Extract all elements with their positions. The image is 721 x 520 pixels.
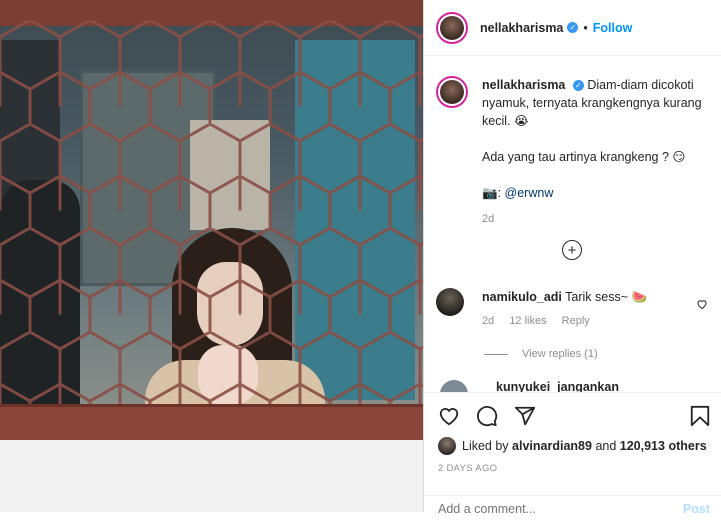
add-comment-bar: Post bbox=[424, 495, 721, 520]
author-avatar[interactable] bbox=[436, 11, 468, 44]
verified-badge-icon: ✓ bbox=[572, 80, 584, 91]
post-caption: nellakharisma ✓ Diam-diam dicokoti nyamu… bbox=[436, 76, 716, 228]
comment-item: kunyukei_jangankan bbox=[436, 380, 716, 392]
comment-input[interactable] bbox=[438, 502, 658, 516]
action-icons bbox=[438, 405, 536, 427]
photo-wall-ledge bbox=[0, 440, 423, 512]
verified-badge-icon: ✓ bbox=[567, 22, 579, 33]
bookmark-icon[interactable] bbox=[690, 405, 710, 427]
caption-username[interactable]: nellakharisma bbox=[482, 78, 565, 92]
camera-icon: 📷 bbox=[482, 186, 498, 200]
post-actions: Liked by alvinardian89 and 120,913 other… bbox=[424, 392, 721, 516]
caption-text-line2: Ada yang tau artinya krangkeng ? 😏 bbox=[482, 150, 686, 164]
post-photo[interactable] bbox=[0, 0, 423, 512]
separator-dot: • bbox=[583, 20, 588, 35]
instagram-post-view: nellakharisma ✓ • Follow nellakharisma ✓… bbox=[0, 0, 721, 516]
view-replies-button[interactable]: View replies (1) bbox=[484, 348, 598, 360]
commenter-username[interactable]: kunyukei_jangankan bbox=[496, 380, 619, 392]
post-timestamp[interactable]: 2 DAYS AGO bbox=[438, 463, 497, 474]
liker-avatar[interactable] bbox=[438, 437, 456, 455]
caption-avatar[interactable] bbox=[436, 76, 468, 108]
paper-plane-icon[interactable] bbox=[514, 405, 536, 427]
caption-body: nellakharisma ✓ Diam-diam dicokoti nyamu… bbox=[482, 76, 702, 228]
author-username[interactable]: nellakharisma bbox=[480, 21, 563, 35]
likes-count-link[interactable]: 120,913 others bbox=[620, 439, 707, 453]
post-side-panel: nellakharisma ✓ • Follow nellakharisma ✓… bbox=[423, 0, 721, 516]
likes-summary: Liked by alvinardian89 and 120,913 other… bbox=[438, 437, 707, 455]
view-replies-label: View replies (1) bbox=[522, 348, 598, 360]
commenter-username[interactable]: namikulo_adi bbox=[482, 290, 562, 304]
comment-body: namikulo_adi Tarik sess~ 🍉 2d 12 likes R… bbox=[482, 288, 682, 330]
comment-meta: 2d 12 likes Reply bbox=[482, 312, 682, 330]
plus-circle-icon[interactable]: + bbox=[562, 240, 582, 260]
post-comment-button[interactable]: Post bbox=[683, 502, 710, 516]
photo-window-sill bbox=[0, 404, 423, 443]
liked-by-prefix: Liked by bbox=[462, 439, 509, 453]
comment-heart-icon[interactable] bbox=[696, 298, 708, 310]
comment-time[interactable]: 2d bbox=[482, 315, 494, 327]
photo-wire-mesh bbox=[0, 20, 423, 410]
comment-text: Tarik sess~ 🍉 bbox=[565, 290, 648, 304]
reply-button[interactable]: Reply bbox=[562, 315, 590, 327]
commenter-avatar[interactable] bbox=[436, 288, 464, 316]
photographer-mention-link[interactable]: @erwnw bbox=[505, 186, 554, 200]
heart-icon[interactable] bbox=[438, 405, 460, 427]
follow-button[interactable]: Follow bbox=[593, 21, 633, 35]
liked-by-and: and bbox=[595, 439, 617, 453]
liker-username[interactable]: alvinardian89 bbox=[512, 439, 592, 453]
comment-item: namikulo_adi Tarik sess~ 🍉 2d 12 likes R… bbox=[436, 288, 716, 330]
commenter-avatar[interactable] bbox=[440, 380, 468, 392]
comment-icon[interactable] bbox=[476, 405, 498, 427]
replies-divider bbox=[484, 353, 508, 355]
caption-timestamp[interactable]: 2d bbox=[482, 210, 702, 228]
post-header: nellakharisma ✓ • Follow bbox=[424, 0, 721, 56]
comment-likes[interactable]: 12 likes bbox=[509, 315, 546, 327]
